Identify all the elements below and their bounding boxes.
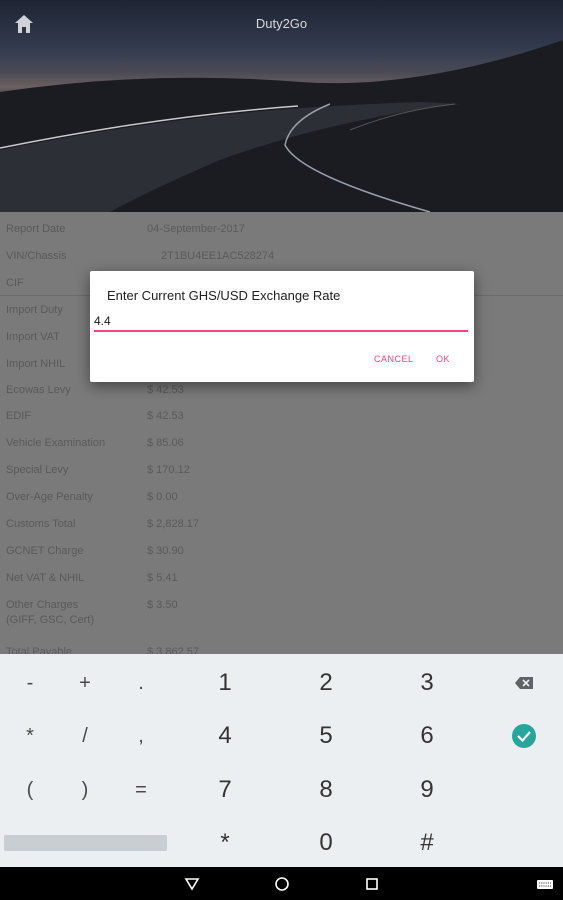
ok-button[interactable]: OK — [436, 354, 450, 364]
row-label-line2: (GIFF, GSC, Cert) — [6, 614, 94, 626]
row-value: $ 3.50 — [147, 599, 178, 611]
key-4[interactable]: 4 — [195, 716, 255, 756]
key-0[interactable]: 0 — [296, 823, 356, 863]
recents-button[interactable] — [361, 873, 383, 895]
row-label: VIN/Chassis — [6, 250, 67, 262]
key-star[interactable]: * — [195, 823, 255, 863]
numeric-keyboard: - + . 1 2 3 * / , 4 5 6 ( ) = 7 8 9 * 0 … — [0, 654, 563, 867]
row-label: EDIF — [6, 410, 32, 422]
key-hash[interactable]: # — [397, 823, 457, 863]
row-value: $ 2,828.17 — [147, 518, 199, 530]
key-3[interactable]: 3 — [397, 663, 457, 703]
backspace-icon — [515, 677, 533, 689]
row-value: $ 42.53 — [147, 410, 184, 422]
key-5[interactable]: 5 — [296, 716, 356, 756]
key-asterisk[interactable]: * — [0, 716, 60, 756]
key-period[interactable]: . — [111, 663, 171, 703]
keyboard-switch-button[interactable] — [534, 873, 556, 895]
done-check-icon — [512, 724, 536, 748]
row-label: Special Levy — [6, 464, 69, 476]
key-9[interactable]: 9 — [397, 770, 457, 810]
row-label: Customs Total — [6, 518, 76, 530]
row-label: Ecowas Levy — [6, 384, 71, 396]
row-label: GCNET Charge — [6, 545, 84, 557]
key-slash[interactable]: / — [55, 716, 115, 756]
row-label-line1: Other Charges — [6, 599, 79, 611]
recents-square-icon — [366, 878, 378, 890]
row-value: $ 0.00 — [147, 491, 178, 503]
key-minus[interactable]: - — [0, 663, 60, 703]
key-7[interactable]: 7 — [195, 770, 255, 810]
done-key[interactable] — [494, 716, 554, 756]
row-label: Vehicle Examination — [6, 437, 106, 449]
cancel-button[interactable]: CANCEL — [374, 354, 414, 364]
key-1[interactable]: 1 — [195, 663, 255, 703]
row-value: $ 170.12 — [147, 464, 190, 476]
row-label: Report Date — [6, 223, 66, 235]
road-landscape-image — [0, 40, 563, 212]
app-title: Duty2Go — [255, 16, 308, 31]
row-value: $ 30.90 — [147, 545, 184, 557]
keyboard-icon — [537, 880, 553, 889]
row-label: Other Charges (GIFF, GSC, Cert) — [6, 598, 144, 628]
row-value: 2T1BU4EE1AC528274 — [161, 250, 275, 262]
key-plus[interactable]: + — [55, 663, 115, 703]
dialog-title: Enter Current GHS/USD Exchange Rate — [107, 288, 341, 303]
home-circle-icon — [275, 877, 289, 891]
key-equals[interactable]: = — [111, 770, 171, 810]
key-2[interactable]: 2 — [296, 663, 356, 703]
back-triangle-icon — [184, 878, 200, 891]
back-button[interactable] — [181, 873, 203, 895]
backspace-key[interactable] — [494, 663, 554, 703]
space-key[interactable] — [4, 835, 167, 851]
row-value: $ 5.41 — [147, 572, 178, 584]
exchange-rate-input[interactable] — [94, 312, 468, 332]
row-value: $ 85.06 — [147, 437, 184, 449]
row-value: 04-September-2017 — [147, 223, 245, 235]
key-close-paren[interactable]: ) — [55, 770, 115, 810]
home-nav-button[interactable] — [271, 873, 293, 895]
header-banner: Duty2Go — [0, 0, 563, 212]
key-6[interactable]: 6 — [397, 716, 457, 756]
row-label: Total Payable — [6, 646, 73, 654]
key-comma[interactable]: , — [111, 716, 171, 756]
system-nav-bar — [0, 867, 563, 900]
key-8[interactable]: 8 — [296, 770, 356, 810]
exchange-rate-dialog: Enter Current GHS/USD Exchange Rate CANC… — [90, 271, 474, 382]
row-value: $ 3,862.57 — [147, 646, 199, 654]
row-value: $ 42.53 — [147, 384, 184, 396]
row-label: Net VAT & NHIL — [6, 572, 85, 584]
key-open-paren[interactable]: ( — [0, 770, 60, 810]
row-label: Over-Age Penalty — [6, 491, 93, 503]
